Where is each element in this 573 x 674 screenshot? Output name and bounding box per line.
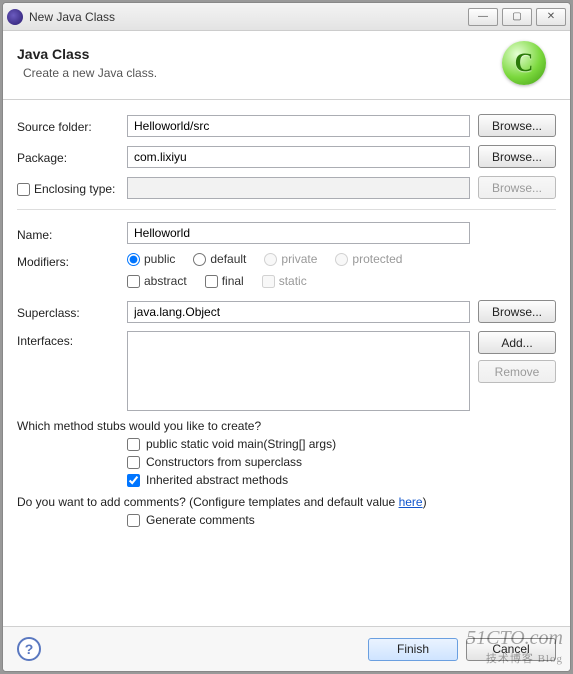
- stubs-question: Which method stubs would you like to cre…: [17, 419, 556, 433]
- minimize-button[interactable]: —: [468, 8, 498, 26]
- modifier-abstract[interactable]: abstract: [127, 274, 187, 288]
- name-input[interactable]: [127, 222, 470, 244]
- remove-interface-button: Remove: [478, 360, 556, 383]
- superclass-label: Superclass:: [17, 303, 127, 320]
- modifiers-label: Modifiers:: [17, 252, 127, 269]
- separator: [17, 209, 556, 210]
- modifier-static: static: [262, 274, 307, 288]
- modifier-default[interactable]: default: [193, 252, 246, 266]
- finish-button[interactable]: Finish: [368, 638, 458, 661]
- close-button[interactable]: ✕: [536, 8, 566, 26]
- eclipse-icon: [7, 9, 23, 25]
- source-folder-input[interactable]: [127, 115, 470, 137]
- source-folder-label: Source folder:: [17, 117, 127, 134]
- browse-package-button[interactable]: Browse...: [478, 145, 556, 168]
- modifier-protected: protected: [335, 252, 402, 266]
- banner: Java Class Create a new Java class. C: [3, 31, 570, 100]
- browse-enclosing-button: Browse...: [478, 176, 556, 199]
- titlebar[interactable]: New Java Class — ▢ ✕: [3, 3, 570, 31]
- enclosing-type-label: Enclosing type:: [34, 182, 115, 196]
- comments-question: Do you want to add comments? (Configure …: [17, 495, 556, 509]
- stub-inherited[interactable]: Inherited abstract methods: [127, 473, 556, 487]
- package-input[interactable]: [127, 146, 470, 168]
- class-icon: C: [502, 41, 546, 85]
- modifier-private: private: [264, 252, 317, 266]
- form-area: Source folder: Browse... Package: Browse…: [3, 100, 570, 626]
- modifier-final[interactable]: final: [205, 274, 244, 288]
- generate-comments[interactable]: Generate comments: [127, 513, 556, 527]
- enclosing-type-checkbox[interactable]: [17, 183, 30, 196]
- interfaces-label: Interfaces:: [17, 331, 127, 348]
- help-icon[interactable]: ?: [17, 637, 41, 661]
- configure-templates-link[interactable]: here: [399, 495, 423, 509]
- stub-constructors[interactable]: Constructors from superclass: [127, 455, 556, 469]
- superclass-input[interactable]: [127, 301, 470, 323]
- enclosing-type-input: [127, 177, 470, 199]
- cancel-button[interactable]: Cancel: [466, 638, 556, 661]
- dialog-window: New Java Class — ▢ ✕ Java Class Create a…: [2, 2, 571, 672]
- footer: ? Finish Cancel: [3, 626, 570, 671]
- browse-superclass-button[interactable]: Browse...: [478, 300, 556, 323]
- window-title: New Java Class: [29, 10, 464, 24]
- interfaces-list[interactable]: [127, 331, 470, 411]
- name-label: Name:: [17, 225, 127, 242]
- modifier-public[interactable]: public: [127, 252, 175, 266]
- maximize-button[interactable]: ▢: [502, 8, 532, 26]
- stub-main[interactable]: public static void main(String[] args): [127, 437, 556, 451]
- browse-source-button[interactable]: Browse...: [478, 114, 556, 137]
- banner-heading: Java Class: [17, 46, 502, 62]
- package-label: Package:: [17, 148, 127, 165]
- banner-subtext: Create a new Java class.: [17, 66, 502, 80]
- add-interface-button[interactable]: Add...: [478, 331, 556, 354]
